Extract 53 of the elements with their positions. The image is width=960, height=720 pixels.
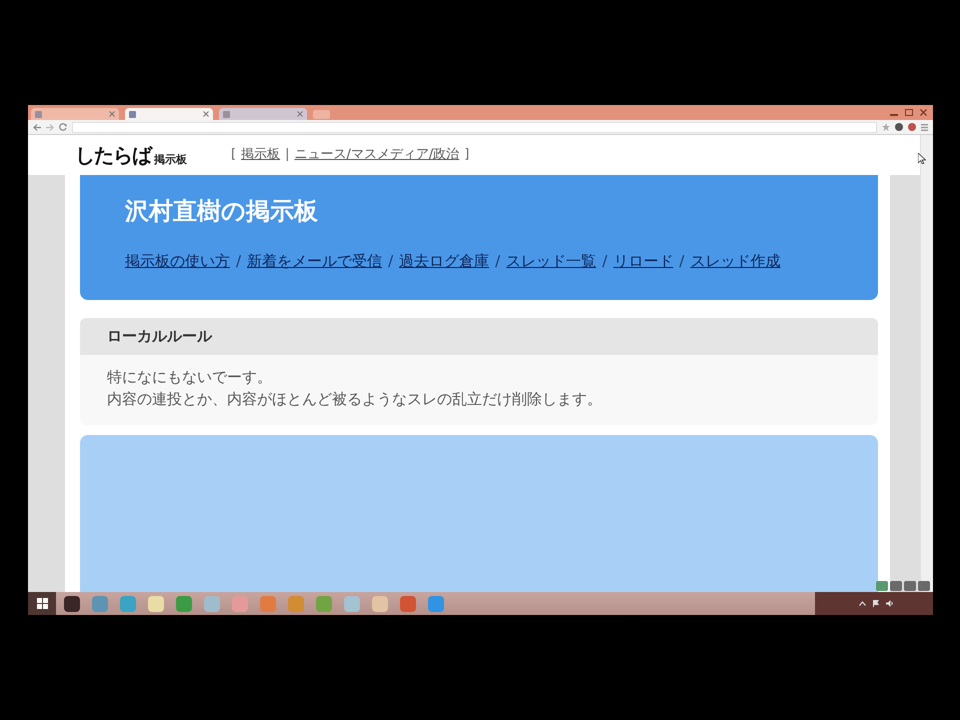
rule-title: ローカルルール [107,326,212,348]
chevron-up-icon[interactable] [859,601,866,606]
close-icon[interactable] [920,109,927,116]
close-icon[interactable] [109,111,115,117]
square-icon[interactable] [890,581,902,591]
separator-text: / [679,252,684,270]
rule-text: 内容の連投とか、内容がほとんど被るようなスレの乱立だけ削除します。 [107,389,602,410]
flag-icon[interactable] [873,600,879,607]
nav-link[interactable]: 新着をメールで受信 [247,252,382,270]
maximize-icon[interactable] [905,109,913,116]
rule-text: 特になにもないでーす。 [107,367,272,388]
grid-icon [36,598,48,609]
separator-text: | [285,146,290,164]
browser-tab[interactable] [31,108,119,120]
back-arrow-icon[interactable] [33,124,41,130]
separator-text: / [236,252,242,270]
square-icon[interactable] [904,581,916,591]
separator-text: / [602,252,608,270]
logo-tagline: 掲示板 [154,154,187,165]
browser-tab[interactable] [219,108,307,120]
scrollbar-track[interactable] [920,135,933,592]
breadcrumb-link[interactable]: ニュース/マスメディア/政治 [294,145,460,165]
start-button[interactable] [28,592,56,615]
reload-icon[interactable] [59,123,67,131]
menu-icon[interactable] [921,124,928,130]
page-icon [35,110,42,118]
forward-arrow-icon[interactable] [46,124,54,130]
address-field[interactable] [72,122,877,132]
square-icon[interactable] [918,581,930,591]
circle-icon[interactable] [895,123,903,131]
page-icon [223,110,230,118]
close-icon[interactable] [297,111,303,117]
bracket-text: ] [464,146,470,164]
board-title: 沢村直樹の掲示板 [125,197,319,225]
star-icon[interactable] [882,123,890,131]
nav-link[interactable]: 過去ログ倉庫 [399,252,490,270]
bracket-text: [ [231,146,236,164]
nav-link[interactable]: スレッド一覧 [506,252,596,270]
breadcrumb-link[interactable]: 掲示板 [241,145,280,165]
separator-text: / [495,252,500,270]
page-icon [129,110,136,118]
new-tab-button[interactable] [313,110,330,119]
close-icon[interactable] [203,111,209,117]
browser-tab[interactable] [125,108,213,120]
speaker-icon[interactable] [886,600,893,607]
nav-link[interactable]: スレッド作成 [690,252,780,270]
separator-text: / [388,252,394,270]
square-icon[interactable] [876,581,888,591]
nav-link[interactable]: 掲示板の使い方 [125,252,230,270]
circle-icon[interactable] [908,123,916,131]
logo-wordmark[interactable]: したらば [75,145,151,165]
app-icon[interactable] [64,596,80,612]
nav-link[interactable]: リロード [613,252,674,270]
